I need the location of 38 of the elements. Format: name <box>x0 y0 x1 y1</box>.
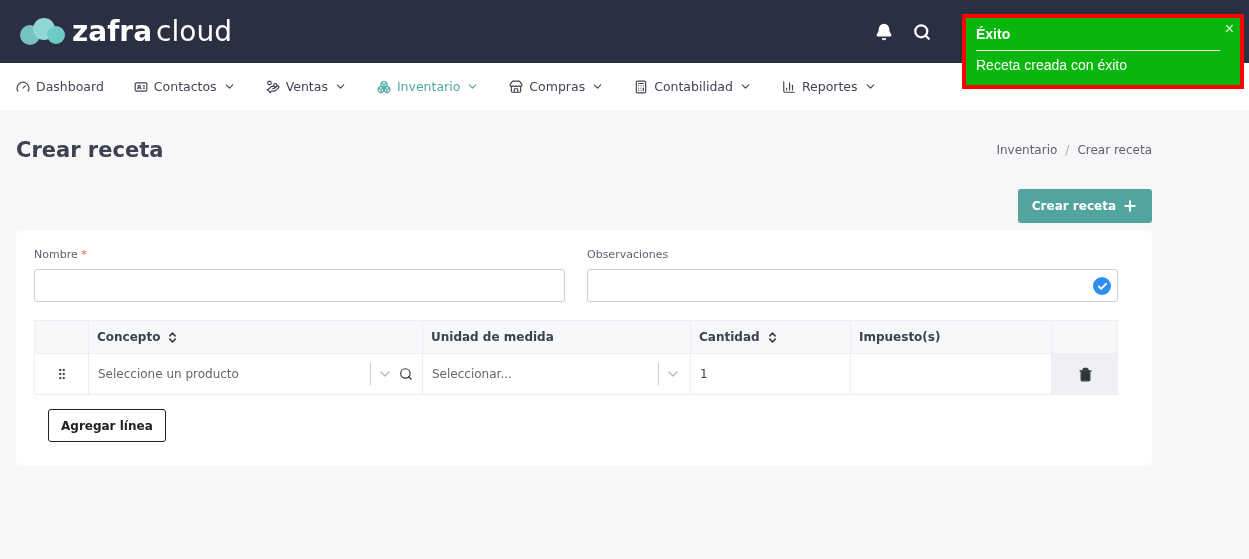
nav-item[interactable]: Reportes <box>781 79 877 94</box>
column-header: Impuesto(s) <box>850 320 1051 354</box>
search-icon[interactable] <box>399 367 413 381</box>
nav-item[interactable]: Dashboard <box>16 79 104 94</box>
nav-item[interactable]: Contactos <box>133 79 236 94</box>
breadcrumb-separator: / <box>1065 143 1070 157</box>
column-header: Unidad de medida <box>422 320 690 354</box>
id-card-icon <box>133 79 148 94</box>
toast-message: Receta creada con éxito <box>976 57 1128 73</box>
field-label: Observaciones <box>587 248 670 261</box>
field-label: Nombre * <box>34 248 88 261</box>
gauge-icon <box>16 79 30 94</box>
breadcrumb-item[interactable]: Inventario <box>996 143 1058 157</box>
product-select[interactable]: Seleccione un producto <box>98 354 413 394</box>
hand-coins-icon <box>265 79 280 94</box>
bell-icon[interactable] <box>875 22 893 41</box>
column-header[interactable]: Concepto <box>88 320 422 354</box>
page-title: Crear receta <box>16 138 164 162</box>
toast-title: Éxito <box>976 26 1220 51</box>
store-icon <box>509 79 524 94</box>
notes-field[interactable] <box>587 269 1118 302</box>
nav-item[interactable]: Ventas <box>265 79 347 94</box>
add-line-button[interactable]: Agregar línea <box>48 409 166 442</box>
plus-icon <box>1122 198 1138 214</box>
boxes-icon <box>376 79 391 94</box>
quantity-field[interactable]: 1 <box>690 354 850 395</box>
column-header[interactable]: Cantidad <box>690 320 850 354</box>
bar-chart-icon <box>781 79 796 94</box>
trash-icon[interactable] <box>1077 366 1093 382</box>
breadcrumb-item: Crear receta <box>1077 143 1152 157</box>
name-field[interactable] <box>34 269 565 302</box>
calculator-icon <box>634 79 649 94</box>
app-logo: zafra cloud <box>18 15 232 48</box>
nav-item[interactable]: Contabilidad <box>634 79 752 94</box>
unit-select[interactable]: Seleccionar... <box>432 354 681 394</box>
nav-item[interactable]: Compras <box>509 79 605 94</box>
cloud-icon <box>18 16 68 47</box>
search-icon[interactable] <box>913 22 931 41</box>
